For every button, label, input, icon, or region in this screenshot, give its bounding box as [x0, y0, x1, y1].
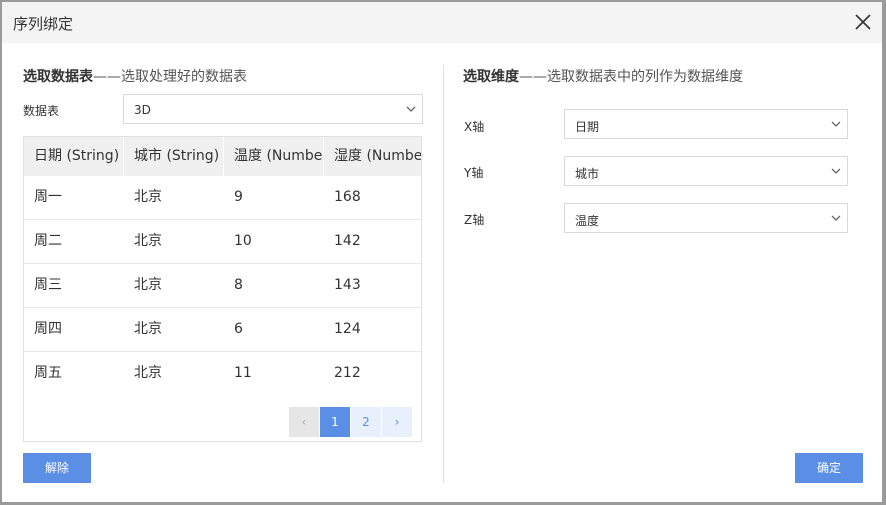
table-cell: 北京	[134, 189, 162, 205]
table-select-label: 数据表	[23, 104, 60, 118]
z-axis-select[interactable]: 温度	[564, 203, 848, 233]
table-cell: 142	[334, 233, 361, 249]
table-cell: 周四	[34, 321, 62, 337]
table-cell: 124	[334, 321, 361, 337]
x-axis-select-value: 日期	[575, 120, 600, 134]
pager-next-button[interactable]: ›	[382, 407, 412, 437]
pager-page-1[interactable]: 1	[320, 407, 350, 437]
table-row: 周二 北京 10 142	[24, 220, 421, 264]
table-row: 周四 北京 6 124	[24, 308, 421, 352]
chevron-down-icon	[831, 168, 841, 174]
column-header: 日期 (String)	[24, 137, 124, 176]
left-section-heading: 选取数据表——选取处理好的数据表	[23, 66, 247, 86]
table-cell: 11	[234, 365, 252, 381]
table-cell: 143	[334, 277, 361, 293]
pager-prev-button[interactable]: ‹	[289, 407, 319, 437]
right-section-heading: 选取维度——选取数据表中的列作为数据维度	[463, 66, 743, 86]
table-cell: 8	[234, 277, 243, 293]
unbind-button[interactable]: 解除	[23, 453, 91, 483]
table-cell: 周三	[34, 277, 62, 293]
y-axis-select[interactable]: 城市	[564, 156, 848, 186]
table-cell: 周一	[34, 189, 62, 205]
column-header: 温度 (Number)	[224, 137, 324, 176]
series-binding-dialog: 序列绑定 选取数据表——选取处理好的数据表 数据表 3D 日期 (String)…	[2, 2, 882, 502]
right-heading-bold: 选取维度	[463, 69, 519, 85]
x-axis-select[interactable]: 日期	[564, 109, 848, 139]
table-row: 周三 北京 8 143	[24, 264, 421, 308]
dialog-title: 序列绑定	[13, 15, 74, 33]
table-select-value: 3D	[134, 103, 151, 117]
table-cell: 周二	[34, 233, 62, 249]
table-cell: 6	[234, 321, 243, 337]
table-cell: 168	[334, 189, 361, 205]
table-cell: 212	[334, 365, 361, 381]
table-cell: 北京	[134, 321, 162, 337]
dialog-titlebar: 序列绑定	[2, 2, 882, 43]
table-cell: 北京	[134, 277, 162, 293]
panel-divider	[443, 65, 444, 483]
close-icon[interactable]	[854, 13, 872, 31]
y-axis-select-value: 城市	[575, 167, 600, 181]
table-cell: 北京	[134, 365, 162, 381]
y-axis-label: Y轴	[464, 166, 484, 180]
chevron-down-icon	[831, 121, 841, 127]
table-row: 周一 北京 9 168	[24, 176, 421, 220]
chevron-down-icon	[406, 106, 416, 112]
chevron-down-icon	[831, 215, 841, 221]
table-cell: 9	[234, 189, 243, 205]
z-axis-label: Z轴	[464, 213, 485, 227]
table-row: 周五 北京 11 212	[24, 352, 421, 396]
z-axis-select-value: 温度	[575, 214, 600, 228]
left-heading-sub: ——选取处理好的数据表	[93, 69, 247, 85]
table-cell: 周五	[34, 365, 62, 381]
table-select[interactable]: 3D	[123, 94, 423, 124]
right-heading-sub: ——选取数据表中的列作为数据维度	[519, 69, 743, 85]
table-header: 日期 (String) 城市 (String) 温度 (Number) 湿度 (…	[24, 137, 421, 176]
x-axis-label: X轴	[464, 120, 485, 134]
confirm-button[interactable]: 确定	[795, 453, 863, 483]
pager-page-2[interactable]: 2	[351, 407, 381, 437]
column-header: 湿度 (Number)	[334, 148, 421, 164]
left-heading-bold: 选取数据表	[23, 69, 93, 85]
data-table: 日期 (String) 城市 (String) 温度 (Number) 湿度 (…	[23, 136, 422, 442]
table-cell: 北京	[134, 233, 162, 249]
table-cell: 10	[234, 233, 252, 249]
column-header: 城市 (String)	[124, 137, 224, 176]
